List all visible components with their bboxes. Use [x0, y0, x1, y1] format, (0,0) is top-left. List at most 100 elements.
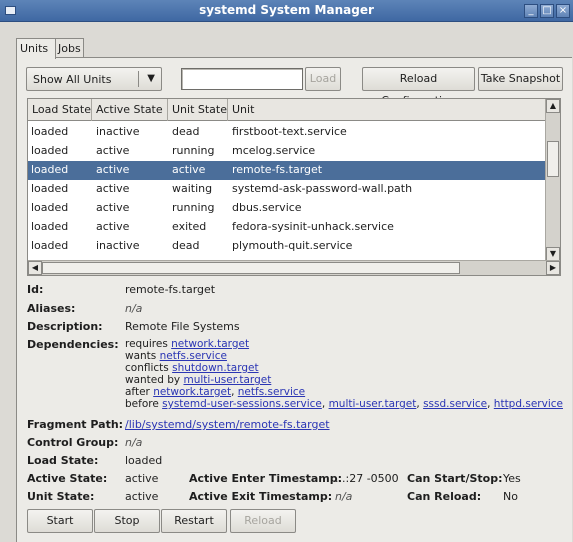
cell-load-state: loaded [31, 220, 69, 233]
dep-wantedby-label: wanted by [125, 374, 181, 386]
table-row[interactable]: loaded inactive dead firstboot-text.serv… [28, 123, 546, 142]
dep-link[interactable]: network.target [171, 338, 249, 350]
start-button-label: Start [46, 514, 74, 527]
tab-jobs[interactable]: Jobs [54, 38, 84, 58]
load-button-label: Load [309, 72, 337, 85]
cell-unit-state: dead [172, 239, 200, 252]
cell-unit: mcelog.service [232, 144, 316, 157]
tab-units[interactable]: Units [16, 38, 56, 59]
cell-unit-state: active [172, 163, 206, 176]
cell-active-state: active [96, 163, 130, 176]
active-exit-timestamp-value: n/a [335, 490, 353, 503]
dep-separator: , [231, 386, 238, 398]
cell-active-state: active [96, 220, 130, 233]
close-icon[interactable]: × [556, 4, 570, 18]
description-value: Remote File Systems [125, 320, 240, 333]
combo-separator [138, 71, 139, 87]
column-header-unit-state[interactable]: Unit State [168, 99, 228, 121]
control-group-value: n/a [125, 436, 143, 449]
dep-link[interactable]: sssd.service [423, 398, 487, 410]
can-reload-value: No [503, 490, 518, 503]
window-title: systemd System Manager [199, 3, 374, 17]
dep-separator: , [321, 398, 329, 410]
dep-link[interactable]: multi-user.target [329, 398, 417, 410]
can-start-stop-label: Can Start/Stop: [407, 472, 503, 485]
cell-active-state: active [96, 144, 130, 157]
active-enter-timestamp-value: ...:27 -0500 [335, 472, 399, 485]
dependency-conflicts: conflicts shutdown.target [125, 362, 259, 374]
table-header: Load State Active State Unit State Unit [28, 99, 546, 121]
column-header-unit[interactable]: Unit [228, 99, 546, 121]
dep-link[interactable]: systemd-user-sessions.service [162, 398, 322, 410]
dep-separator: , [487, 398, 494, 410]
reload-button[interactable]: Reload [230, 509, 296, 533]
chevron-down-icon: ▼ [147, 73, 155, 84]
take-snapshot-button[interactable]: Take Snapshot [478, 67, 563, 91]
unit-filter-dropdown[interactable]: Show All Units ▼ [26, 67, 162, 91]
reload-configuration-button[interactable]: Reload Configuration [362, 67, 475, 107]
table-row[interactable]: loaded active waiting systemd-ask-passwo… [28, 180, 546, 199]
dependency-requires: requires network.target [125, 338, 249, 350]
vertical-scrollbar[interactable]: ▲ ▼ [545, 99, 560, 261]
horizontal-scrollbar[interactable]: ◀ ▶ [28, 260, 560, 275]
cell-active-state: active [96, 201, 130, 214]
active-exit-timestamp-label: Active Exit Timestamp: [189, 490, 333, 503]
dependencies-label: Dependencies: [27, 338, 119, 351]
cell-unit-state: waiting [172, 182, 213, 195]
cell-load-state: loaded [31, 201, 69, 214]
column-header-active-state[interactable]: Active State [92, 99, 168, 121]
unit-name-input[interactable] [181, 68, 303, 90]
dep-link[interactable]: netfs.service [238, 386, 305, 398]
tab-units-label: Units [20, 42, 49, 55]
start-button[interactable]: Start [27, 509, 93, 533]
load-button[interactable]: Load [305, 67, 341, 91]
cell-unit: dbus.service [232, 201, 302, 214]
vertical-scroll-thumb[interactable] [547, 141, 559, 177]
dep-link[interactable]: network.target [153, 386, 231, 398]
take-snapshot-label: Take Snapshot [480, 72, 561, 85]
active-state-value: active [125, 472, 159, 485]
can-start-stop-value: Yes [503, 472, 521, 485]
cell-unit-state: running [172, 201, 215, 214]
dependency-wanted-by: wanted by multi-user.target [125, 374, 271, 386]
fragment-path-link[interactable]: /lib/systemd/system/remote-fs.target [125, 418, 330, 431]
scroll-down-icon[interactable]: ▼ [546, 247, 560, 261]
maximize-icon[interactable]: □ [540, 4, 554, 18]
table-row[interactable]: loaded active exited fedora-sysinit-unha… [28, 218, 546, 237]
load-state-value: loaded [125, 454, 163, 467]
unit-state-value: active [125, 490, 159, 503]
dep-link[interactable]: httpd.service [494, 398, 563, 410]
cell-unit: remote-fs.target [232, 163, 323, 176]
cell-load-state: loaded [31, 125, 69, 138]
units-table: Load State Active State Unit State Unit … [27, 98, 561, 276]
table-row[interactable]: loaded inactive dead plymouth-quit.servi… [28, 237, 546, 256]
cell-load-state: loaded [31, 144, 69, 157]
title-bar: systemd System Manager _ □ × [0, 0, 573, 22]
aliases-label: Aliases: [27, 302, 76, 315]
dep-link[interactable]: multi-user.target [183, 374, 271, 386]
dep-after-label: after [125, 386, 150, 398]
minimize-icon[interactable]: _ [524, 4, 538, 18]
scroll-right-icon[interactable]: ▶ [546, 261, 560, 275]
scroll-up-icon[interactable]: ▲ [546, 99, 560, 113]
table-row-selected[interactable]: loaded active active remote-fs.target [28, 161, 546, 180]
dep-requires-label: requires [125, 338, 168, 350]
cell-load-state: loaded [31, 182, 69, 195]
scroll-left-icon[interactable]: ◀ [28, 261, 42, 275]
dep-link[interactable]: shutdown.target [172, 362, 259, 374]
aliases-value: n/a [125, 302, 143, 315]
dep-conflicts-label: conflicts [125, 362, 169, 374]
cell-unit-state: exited [172, 220, 207, 233]
restart-button[interactable]: Restart [161, 509, 227, 533]
id-value: remote-fs.target [125, 283, 216, 296]
column-header-load-state[interactable]: Load State [28, 99, 92, 121]
dep-link[interactable]: netfs.service [160, 350, 227, 362]
horizontal-scroll-thumb[interactable] [42, 262, 460, 274]
table-row[interactable]: loaded active running dbus.service [28, 199, 546, 218]
stop-button[interactable]: Stop [94, 509, 160, 533]
table-row[interactable]: loaded active running mcelog.service [28, 142, 546, 161]
cell-unit-state: running [172, 144, 215, 157]
stop-button-label: Stop [114, 514, 140, 527]
cell-unit: plymouth-quit.service [232, 239, 353, 252]
dependency-before: before systemd-user-sessions.service, mu… [125, 398, 563, 410]
